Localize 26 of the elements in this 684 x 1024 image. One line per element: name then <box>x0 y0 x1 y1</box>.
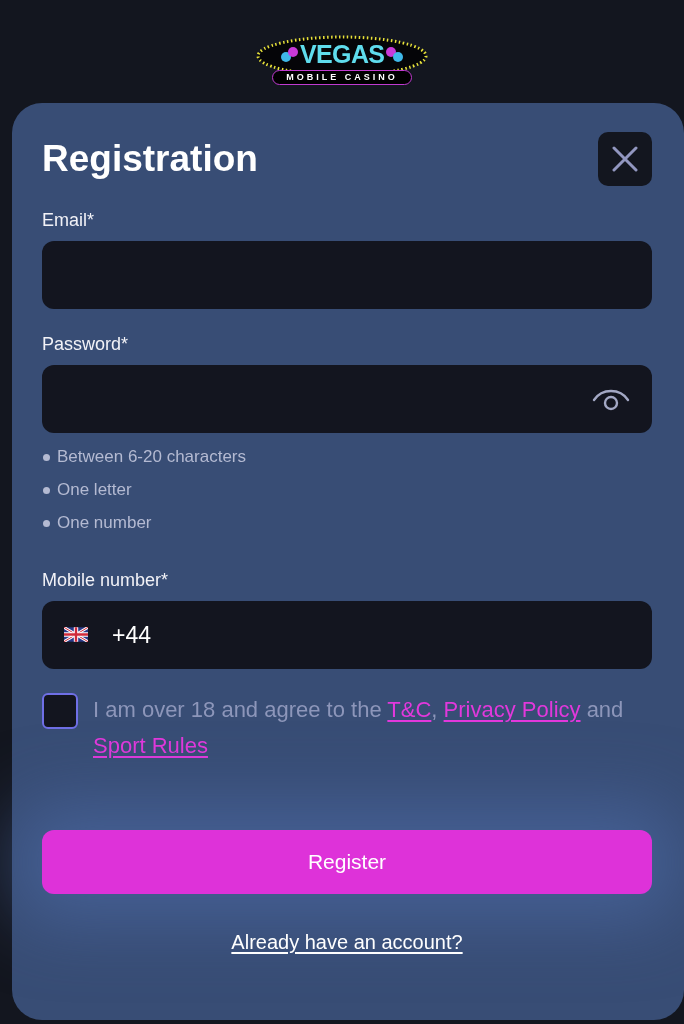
flag-icon <box>64 627 88 642</box>
bullet-icon <box>43 453 50 461</box>
email-field[interactable] <box>42 241 652 309</box>
agreement-text: I am over 18 and agree to the T&C, Privacy Policy and Sport Rules <box>93 696 625 760</box>
password-requirement: Between 6-20 characters <box>57 446 246 468</box>
bullet-icon <box>43 519 50 527</box>
eye-icon[interactable] <box>592 387 630 411</box>
checkbox[interactable] <box>42 693 78 729</box>
field-label: Email* <box>42 209 94 231</box>
close-icon[interactable] <box>612 146 638 172</box>
bullet-icon <box>43 486 50 494</box>
password-field[interactable] <box>42 365 652 433</box>
password-requirement: One letter <box>57 479 132 501</box>
dialog-title: Registration <box>42 137 258 181</box>
close-button[interactable] <box>598 132 652 186</box>
login-link[interactable]: Already have an account? <box>231 929 463 955</box>
register-button[interactable]: Register <box>42 830 652 894</box>
password-requirement: One number <box>57 512 152 534</box>
field-label: Mobile number* <box>42 569 169 591</box>
logo-title: VEGAS <box>300 39 384 69</box>
agreement-link[interactable]: Sport Rules <box>93 733 208 758</box>
agreement-link[interactable]: Privacy Policy <box>443 697 581 722</box>
field-label: Password* <box>42 333 129 355</box>
logo-subtitle: MOBILE CASINO <box>272 70 412 85</box>
phone-field[interactable]: +44 <box>42 601 652 669</box>
agreement-link[interactable]: T&C <box>387 697 432 722</box>
